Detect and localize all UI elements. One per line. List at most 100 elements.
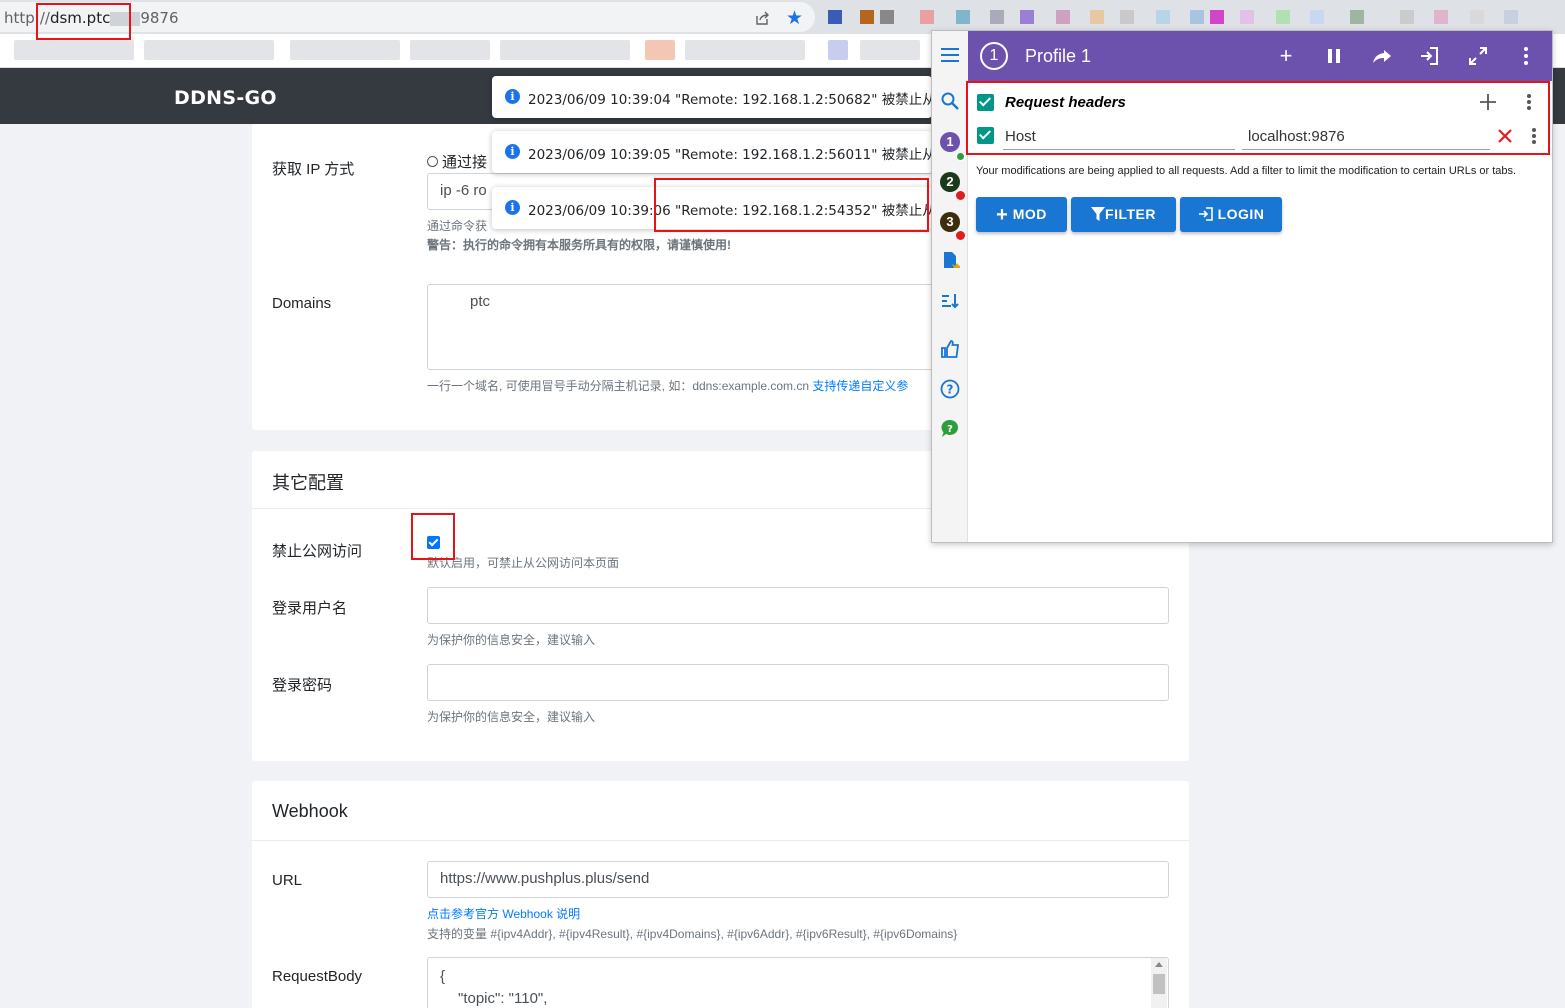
help-icon[interactable]: ?	[940, 379, 960, 399]
share-arrow-icon[interactable]	[1370, 44, 1394, 68]
ip-method-radio[interactable]: 通过接	[427, 151, 487, 172]
card-divider	[252, 840, 1189, 841]
extension-icon[interactable]	[1190, 10, 1204, 24]
status-dot-green	[956, 152, 965, 161]
sort-icon[interactable]	[940, 291, 960, 311]
bookmark-star-icon[interactable]: ★	[786, 7, 803, 30]
extension-icon[interactable]	[1276, 10, 1290, 24]
bookmark-item[interactable]	[410, 40, 490, 60]
toast-notification[interactable]: i 2023/06/09 10:39:05 "Remote: 192.168.1…	[492, 131, 932, 173]
username-input[interactable]	[427, 587, 1169, 624]
extension-icon[interactable]	[1434, 10, 1448, 24]
import-icon[interactable]	[1418, 44, 1442, 68]
add-filter-button[interactable]: FILTER	[1071, 197, 1176, 232]
extension-icon[interactable]	[1120, 10, 1134, 24]
url-port: 9876	[140, 9, 179, 27]
filter-label: FILTER	[1105, 206, 1156, 222]
brand-logo[interactable]: DDNS-GO	[174, 87, 277, 109]
extension-icon[interactable]	[1210, 10, 1224, 24]
bookmark-item[interactable]	[500, 40, 630, 60]
request-body-textarea[interactable]: { "topic": "110",	[427, 957, 1169, 1008]
request-body-line: {	[440, 968, 446, 985]
profile-1-button[interactable]: 1	[940, 132, 960, 152]
modheader-sidebar: 1 2 3 ? ?	[932, 81, 968, 542]
bookmark-item[interactable]	[828, 40, 848, 60]
filter-icon	[1091, 207, 1106, 221]
login-label: LOGIN	[1217, 206, 1265, 222]
svg-text:?: ?	[947, 424, 953, 435]
hamburger-menu-icon[interactable]	[932, 31, 968, 81]
domains-label: Domains	[272, 295, 332, 312]
extension-icon[interactable]	[1400, 10, 1414, 24]
toast-notification[interactable]: i 2023/06/09 10:39:04 "Remote: 192.168.1…	[492, 76, 932, 118]
bookmark-item[interactable]	[860, 40, 920, 60]
extension-icon[interactable]	[828, 10, 842, 24]
extension-icon[interactable]	[956, 10, 970, 24]
bookmark-item[interactable]	[290, 40, 400, 60]
bookmark-item[interactable]	[685, 40, 805, 60]
password-help: 为保护你的信息安全，建议输入	[427, 710, 596, 724]
new-file-premium-icon[interactable]	[940, 251, 960, 271]
header-highlight-box	[966, 81, 1550, 155]
request-body-line: "topic": "110",	[458, 990, 548, 1007]
profile-3-button[interactable]: 3	[940, 212, 960, 232]
extension-icon[interactable]	[1470, 10, 1484, 24]
webhook-vars-help: 支持的变量 #{ipv4Addr}, #{ipv4Result}, #{ipv4…	[427, 927, 958, 941]
extension-icon[interactable]	[1240, 10, 1254, 24]
profile-title[interactable]: Profile 1	[1025, 46, 1091, 67]
add-mod-button[interactable]: + MOD	[976, 197, 1067, 232]
share-icon[interactable]	[754, 10, 770, 26]
extension-icon[interactable]	[1020, 10, 1034, 24]
modification-notice: Your modifications are being applied to …	[976, 165, 1517, 177]
extension-icon[interactable]	[1090, 10, 1104, 24]
profile-number-badge: 1	[980, 42, 1008, 70]
plus-icon: +	[996, 204, 1009, 226]
status-dot-red	[956, 191, 965, 200]
extension-icon[interactable]	[860, 10, 874, 24]
add-icon[interactable]: +	[1274, 44, 1298, 68]
ip-command-warning: 警告：执行的命令拥有本服务所具有的权限，请谨慎使用!	[427, 238, 731, 252]
domains-help: 一行一个域名, 可使用冒号手动分隔主机记录, 如：ddns:example.co…	[427, 377, 908, 394]
textarea-scrollbar[interactable]	[1151, 958, 1167, 1008]
extension-icon[interactable]	[990, 10, 1004, 24]
webhook-card: Webhook URL https://www.pushplus.plus/se…	[252, 781, 1189, 1008]
pause-icon[interactable]	[1322, 44, 1346, 68]
feedback-icon[interactable]: ?	[940, 419, 960, 439]
username-help: 为保护你的信息安全，建议输入	[427, 633, 596, 647]
webhook-doc-help: 点击参考官方 Webhook 说明	[427, 905, 580, 922]
webhook-url-input[interactable]: https://www.pushplus.plus/send	[427, 861, 1169, 898]
svg-text:?: ?	[947, 383, 954, 397]
profile-2-button[interactable]: 2	[940, 172, 960, 192]
ip-command-help: 通过命令获	[427, 219, 488, 233]
modheader-topbar: 1 Profile 1 +	[932, 31, 1552, 81]
search-icon[interactable]	[940, 91, 960, 111]
username-label: 登录用户名	[272, 600, 348, 617]
webhook-doc-link[interactable]: 点击参考官方 Webhook 说明	[427, 907, 580, 921]
radio-circle[interactable]	[427, 156, 438, 167]
login-button[interactable]: LOGIN	[1180, 197, 1282, 232]
password-label: 登录密码	[272, 677, 333, 694]
extension-icon[interactable]	[1156, 10, 1170, 24]
mod-label: MOD	[1012, 206, 1047, 222]
other-config-title: 其它配置	[272, 473, 344, 493]
extension-icon[interactable]	[880, 10, 894, 24]
custom-params-link[interactable]: 支持传递自定义参	[812, 379, 908, 393]
extension-icon[interactable]	[1056, 10, 1070, 24]
extension-icon[interactable]	[1350, 10, 1364, 24]
extension-icon[interactable]	[1310, 10, 1324, 24]
info-icon: i	[505, 200, 520, 215]
bookmark-item[interactable]	[14, 40, 134, 60]
info-icon: i	[505, 144, 520, 159]
status-dot-red	[956, 231, 965, 240]
extension-icon[interactable]	[1504, 10, 1518, 24]
domains-help-text: 一行一个域名, 可使用冒号手动分隔主机记录, 如：ddns:example.co…	[427, 379, 810, 393]
password-input[interactable]	[427, 664, 1169, 701]
login-icon	[1198, 207, 1213, 221]
bookmark-item[interactable]	[645, 40, 675, 60]
expand-icon[interactable]	[1466, 44, 1490, 68]
request-body-label: RequestBody	[272, 968, 363, 985]
thumbs-up-icon[interactable]	[940, 339, 960, 359]
bookmark-item[interactable]	[144, 40, 274, 60]
more-vert-icon[interactable]	[1514, 44, 1538, 68]
extension-icon[interactable]	[920, 10, 934, 24]
